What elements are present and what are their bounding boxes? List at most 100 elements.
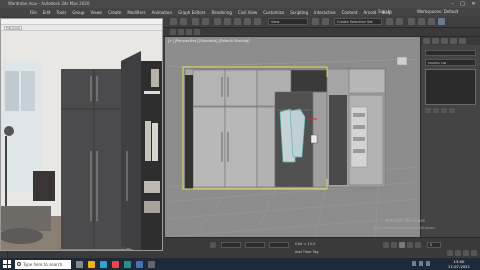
zoom-icon[interactable] (447, 250, 453, 256)
snap-toggle-icon[interactable] (312, 18, 319, 25)
menu-file[interactable]: File (30, 10, 37, 15)
selection-set-dropdown[interactable]: Create Selection Set (334, 18, 382, 25)
sign-in-link[interactable]: Sign In (378, 8, 392, 16)
redo-icon[interactable] (180, 18, 187, 25)
chrome-icon[interactable] (112, 260, 119, 268)
menu-arnold[interactable]: Arnold (363, 10, 376, 15)
select-by-name-icon[interactable] (224, 18, 231, 25)
view-dropdown[interactable]: View (268, 18, 308, 25)
close-icon[interactable]: ✕ (469, 0, 478, 8)
menu-content[interactable]: Content (342, 10, 358, 15)
modifier-stack[interactable] (425, 69, 476, 105)
select-scale-icon[interactable] (254, 18, 261, 25)
photo-viewer-window[interactable]: Edit photo (0, 18, 163, 251)
viewport-label[interactable]: [+] [Perspective] [Standard] [Default Sh… (168, 39, 250, 43)
material-editor-icon[interactable] (408, 18, 415, 25)
hierarchy-tab-icon[interactable] (441, 38, 448, 44)
scene-render (165, 56, 420, 237)
undo-icon[interactable] (170, 18, 177, 25)
select-rotate-icon[interactable] (244, 18, 251, 25)
taskbar-search-box[interactable]: Type here to search (15, 259, 71, 269)
photo-viewer-toolbar: Edit photo (1, 25, 162, 31)
app-title: Wardrobe.max - Autodesk 3ds Max 2020 (8, 1, 90, 6)
grid-readout: Grid = 10.0 (295, 242, 316, 246)
task-view-icon[interactable] (76, 260, 83, 268)
stack-controls (425, 108, 476, 113)
3ds-max-icon[interactable] (124, 260, 131, 268)
volume-icon[interactable] (419, 261, 423, 266)
angle-snap-icon[interactable] (322, 18, 329, 25)
perspective-viewport[interactable]: [+] [Perspective] [Standard] [Default Sh… (165, 37, 420, 237)
link-icon[interactable] (192, 18, 199, 25)
go-to-start-icon[interactable] (383, 242, 389, 248)
pin-stack-icon[interactable] (425, 108, 431, 113)
menu-modifiers[interactable]: Modifiers (127, 10, 145, 15)
render-frame-icon[interactable] (428, 18, 435, 25)
modifier-list-dropdown[interactable]: Modifier List (425, 59, 476, 66)
title-bar: Wardrobe.max - Autodesk 3ds Max 2020 – □… (0, 0, 480, 8)
menu-rendering[interactable]: Rendering (212, 10, 232, 15)
menu-civil-view[interactable]: Civil View (238, 10, 257, 15)
taskbar-clock[interactable]: 13:00 17-07-2021 (448, 259, 470, 269)
menu-tools[interactable]: Tools (56, 10, 66, 15)
remove-modifier-icon[interactable] (449, 108, 455, 113)
activate-windows-subtitle: Go to Settings to activate Windows. (373, 226, 436, 230)
menu-animation[interactable]: Animation (152, 10, 172, 15)
menu-views[interactable]: Views (91, 10, 103, 15)
maximize-icon[interactable]: □ (458, 0, 467, 8)
lock-selection-icon[interactable] (210, 242, 216, 248)
menu-create[interactable]: Create (108, 10, 121, 15)
network-icon[interactable] (412, 261, 416, 266)
align-icon[interactable] (396, 18, 403, 25)
ribbon-tool-icon[interactable] (194, 29, 200, 35)
edit-photo-button[interactable]: Edit photo (4, 26, 22, 30)
unlink-icon[interactable] (202, 18, 209, 25)
orbit-icon[interactable] (463, 250, 469, 256)
ribbon-tool-icon[interactable] (186, 29, 192, 35)
motion-tab-icon[interactable] (450, 38, 457, 44)
menu-graph-editors[interactable]: Graph Editors (178, 10, 205, 15)
next-frame-icon[interactable] (407, 242, 413, 248)
display-tab-icon[interactable] (459, 38, 466, 44)
z-coordinate-field[interactable] (269, 242, 289, 248)
workspace-label: Workspaces: Default (417, 9, 459, 14)
maximize-viewport-icon[interactable] (471, 250, 477, 256)
y-coordinate-field[interactable] (245, 242, 265, 248)
file-explorer-icon[interactable] (88, 260, 95, 268)
go-to-end-icon[interactable] (415, 242, 421, 248)
activate-windows-title: Activate Windows (385, 219, 426, 224)
render-icon[interactable] (438, 18, 445, 25)
app-icon[interactable] (148, 260, 155, 268)
system-tray (412, 261, 442, 267)
show-end-result-icon[interactable] (433, 108, 439, 113)
menu-customize[interactable]: Customize (263, 10, 284, 15)
x-coordinate-field[interactable] (221, 242, 241, 248)
menu-edit[interactable]: Edit (43, 10, 51, 15)
menu-interactive[interactable]: Interactive (314, 10, 336, 15)
photos-icon[interactable] (136, 260, 143, 268)
ribbon-tool-icon[interactable] (170, 29, 176, 35)
workspace-value[interactable]: Default (444, 9, 459, 14)
menu-group[interactable]: Group (72, 10, 84, 15)
windows-start-icon[interactable] (3, 260, 11, 268)
modify-tab-icon[interactable] (432, 38, 439, 44)
wardrobe-model (184, 56, 408, 190)
add-time-tag[interactable]: Add Time Tag (293, 250, 327, 256)
frame-field[interactable]: 0 (427, 242, 441, 248)
create-tab-icon[interactable] (423, 38, 430, 44)
render-setup-icon[interactable] (418, 18, 425, 25)
select-object-icon[interactable] (214, 18, 221, 25)
mirror-icon[interactable] (386, 18, 393, 25)
language-icon[interactable] (426, 261, 430, 266)
edge-icon[interactable] (100, 260, 107, 268)
menu-scripting[interactable]: Scripting (290, 10, 308, 15)
object-name-field[interactable] (425, 50, 476, 56)
pan-icon[interactable] (455, 250, 461, 256)
make-unique-icon[interactable] (441, 108, 447, 113)
minimize-icon[interactable]: – (448, 0, 457, 8)
play-icon[interactable] (399, 242, 405, 248)
ribbon-tool-icon[interactable] (178, 29, 184, 35)
select-move-icon[interactable] (234, 18, 241, 25)
command-panel: Modifier List (420, 37, 480, 237)
previous-frame-icon[interactable] (391, 242, 397, 248)
